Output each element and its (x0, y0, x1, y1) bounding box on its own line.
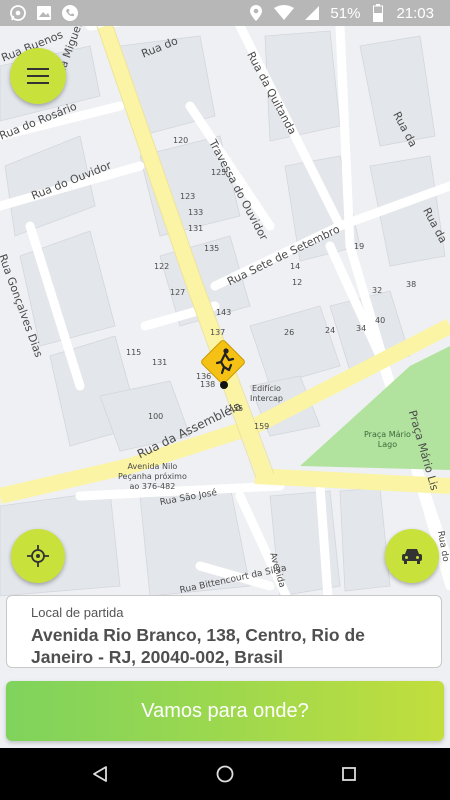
recents-icon (342, 767, 356, 781)
car-button[interactable] (385, 529, 439, 583)
poi-avenida-nilo: Avenida Nilo Peçanha próximo ao 376-482 (118, 462, 187, 491)
building-number: 12 (292, 278, 303, 287)
whatsapp-icon (8, 3, 28, 23)
car-icon (402, 549, 422, 564)
pickup-pin[interactable] (200, 339, 246, 391)
building-number: 38 (406, 280, 417, 289)
building-number: 14 (290, 262, 301, 271)
building-number: 131 (152, 358, 168, 367)
pedestrian-sign-icon (201, 340, 245, 389)
clock: 21:03 (396, 4, 434, 22)
phone-icon (60, 3, 80, 23)
building-number: 123 (180, 192, 196, 201)
pickup-location-card[interactable]: Local de partida Avenida Rio Branco, 138… (6, 595, 442, 668)
building-number: 19 (354, 242, 365, 251)
building-number: 26 (284, 328, 295, 337)
building-number: 155 (228, 404, 244, 413)
gallery-icon (34, 3, 54, 23)
building-number: 122 (154, 262, 170, 271)
menu-icon (27, 68, 49, 84)
recents-button[interactable] (337, 762, 361, 786)
building-number: 100 (148, 412, 164, 421)
battery-percent: 51% (330, 4, 361, 22)
building-number: 137 (210, 328, 226, 337)
building-number: 24 (325, 326, 336, 335)
wifi-icon (274, 3, 295, 23)
pickup-label: Local de partida (31, 605, 124, 620)
battery-icon (368, 3, 388, 23)
home-button[interactable] (213, 762, 237, 786)
where-to-label: Vamos para onde? (141, 699, 309, 722)
where-to-button[interactable]: Vamos para onde? (6, 681, 444, 741)
locate-button[interactable] (11, 529, 65, 583)
building-number: 127 (170, 288, 186, 297)
pickup-address: Avenida Rio Branco, 138, Centro, Rio de … (31, 625, 365, 667)
building-number: 125 (211, 168, 227, 177)
building-number: 133 (188, 208, 204, 217)
building-number: 120 (173, 136, 189, 145)
building-number: 115 (126, 348, 142, 357)
status-bar: 51% 21:03 (0, 0, 450, 26)
building-number: 32 (372, 286, 383, 295)
signal-icon (302, 3, 322, 23)
poi-edificio-intercap: Edifício Intercap (250, 384, 283, 403)
building-number: 40 (375, 316, 386, 325)
back-icon (93, 766, 107, 782)
building-number: 34 (356, 324, 367, 333)
building-number: 135 (204, 244, 220, 253)
location-icon (246, 3, 266, 23)
system-nav-bar (0, 748, 450, 800)
back-button[interactable] (88, 762, 112, 786)
locate-icon (27, 545, 49, 567)
building-number: 159 (254, 422, 270, 431)
poi-praca-mario-lago: Praça Mário Lago (364, 430, 411, 449)
menu-button[interactable] (10, 48, 66, 104)
building-number: 143 (216, 308, 232, 317)
status-right-icons: 51% 21:03 (246, 3, 434, 23)
home-icon (216, 765, 234, 783)
building-number: 131 (188, 224, 204, 233)
status-left-icons (8, 3, 80, 23)
